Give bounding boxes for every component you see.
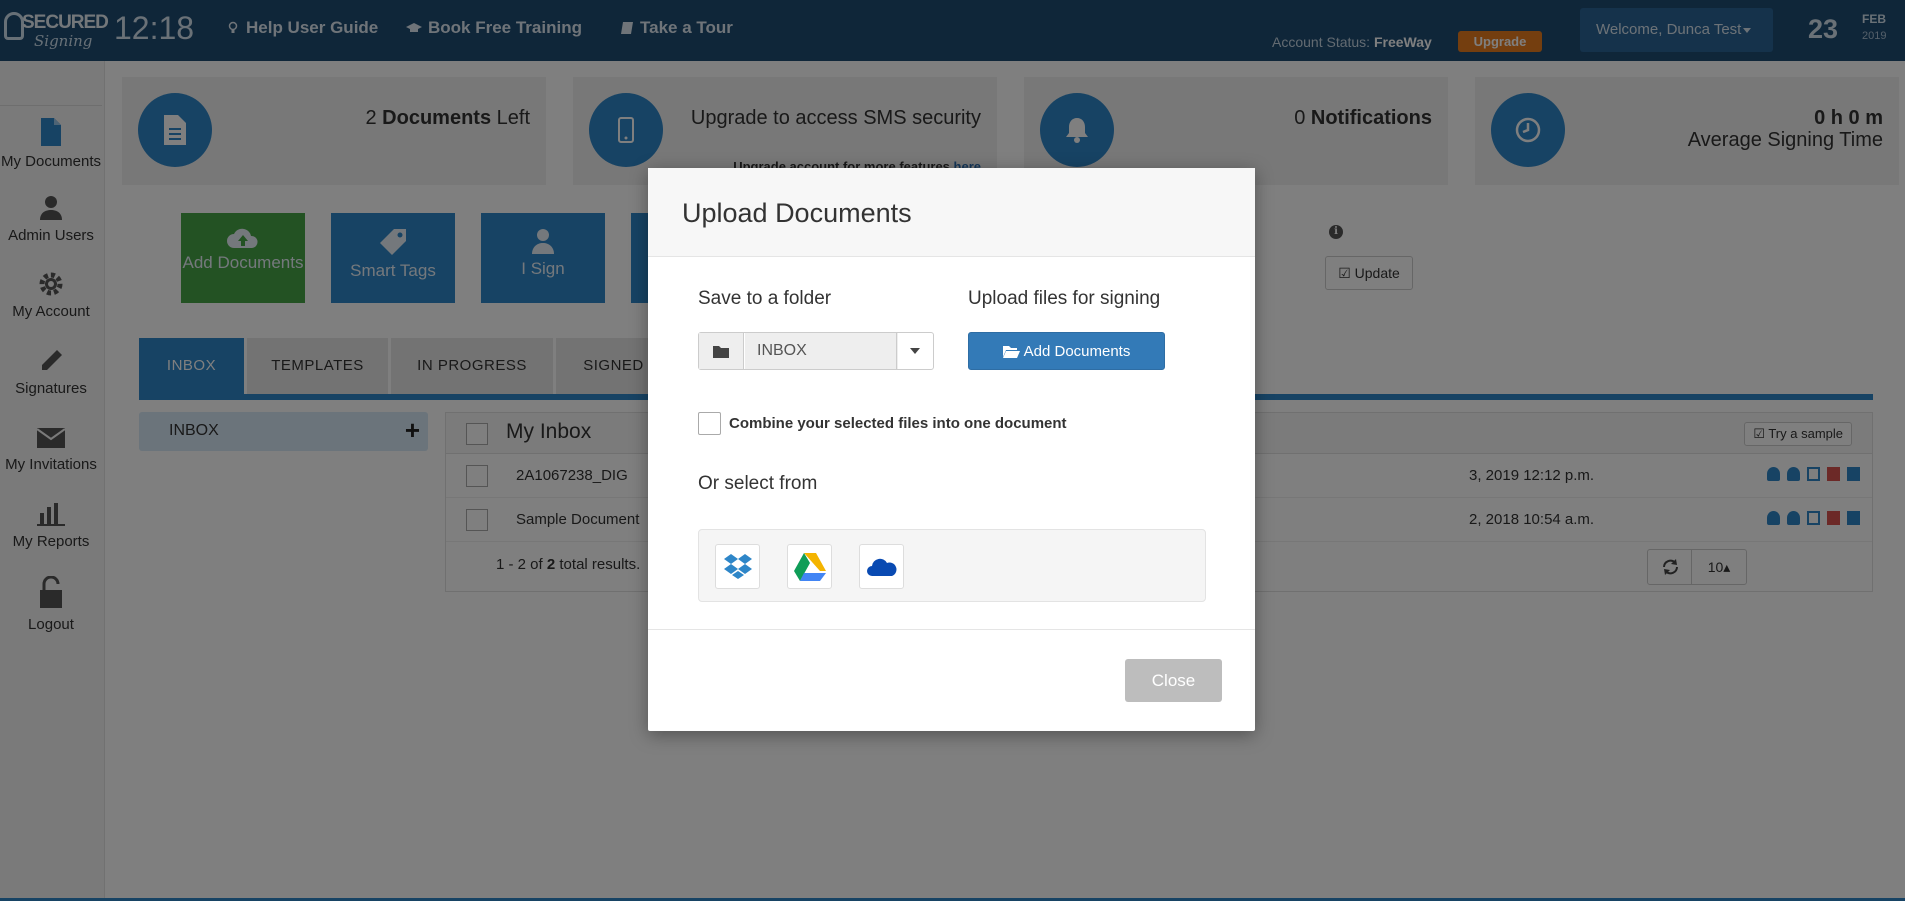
- dropbox-button[interactable]: [715, 544, 760, 589]
- save-to-folder-label: Save to a folder: [698, 288, 832, 309]
- select-from-label: Or select from: [698, 473, 818, 494]
- add-documents-button-label: Add Documents: [1023, 342, 1131, 360]
- onedrive-icon: [866, 558, 896, 576]
- folder-open-icon: [1002, 345, 1020, 358]
- dropbox-icon: [723, 553, 752, 579]
- upload-documents-modal: Upload Documents Save to a folder Upload…: [648, 168, 1255, 731]
- chevron-down-icon[interactable]: [896, 333, 933, 369]
- folder-icon: [699, 333, 744, 369]
- upload-files-label: Upload files for signing: [968, 288, 1161, 309]
- folder-select-value: INBOX: [745, 333, 898, 369]
- google-drive-button[interactable]: [787, 544, 832, 589]
- onedrive-button[interactable]: [859, 544, 904, 589]
- modal-footer-divider: [648, 629, 1255, 630]
- cloud-sources: [698, 529, 1206, 602]
- add-documents-button[interactable]: Add Documents: [968, 332, 1165, 370]
- folder-select[interactable]: INBOX: [698, 332, 934, 370]
- close-button[interactable]: Close: [1125, 659, 1222, 702]
- combine-files-label[interactable]: Combine your selected files into one doc…: [729, 415, 1067, 432]
- google-drive-icon: [793, 552, 826, 581]
- combine-files-checkbox[interactable]: [698, 412, 721, 435]
- modal-title: Upload Documents: [682, 198, 912, 228]
- modal-header: Upload Documents: [648, 168, 1255, 257]
